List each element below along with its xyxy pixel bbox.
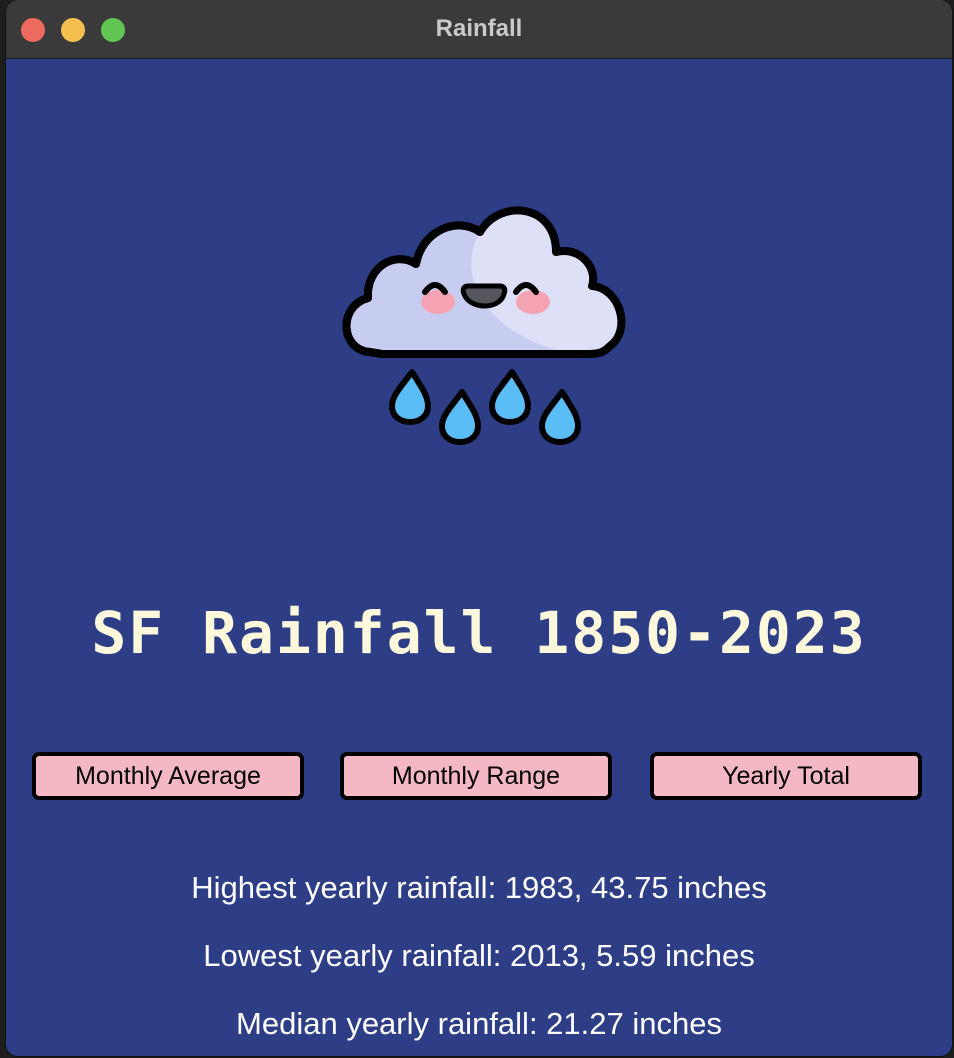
window-title: Rainfall bbox=[435, 15, 523, 42]
title-bar[interactable]: Rainfall bbox=[6, 0, 952, 59]
lowest-rainfall-stat: Lowest yearly rainfall: 2013, 5.59 inche… bbox=[203, 938, 755, 973]
median-rainfall-stat: Median yearly rainfall: 21.27 inches bbox=[236, 1006, 722, 1041]
highest-rainfall-stat: Highest yearly rainfall: 1983, 43.75 inc… bbox=[191, 870, 767, 905]
yearly-total-button[interactable]: Yearly Total bbox=[650, 752, 922, 800]
rain-cloud-icon bbox=[342, 206, 626, 445]
app-window: Rainfall SF Rainfall 1850-2023 Monthly A… bbox=[6, 0, 952, 1056]
monthly-average-button[interactable]: Monthly Average bbox=[32, 752, 304, 800]
page-title: SF Rainfall 1850-2023 bbox=[91, 599, 867, 667]
main-content: SF Rainfall 1850-2023 Monthly Average Mo… bbox=[6, 59, 952, 1056]
monthly-range-button[interactable]: Monthly Range bbox=[340, 752, 612, 800]
